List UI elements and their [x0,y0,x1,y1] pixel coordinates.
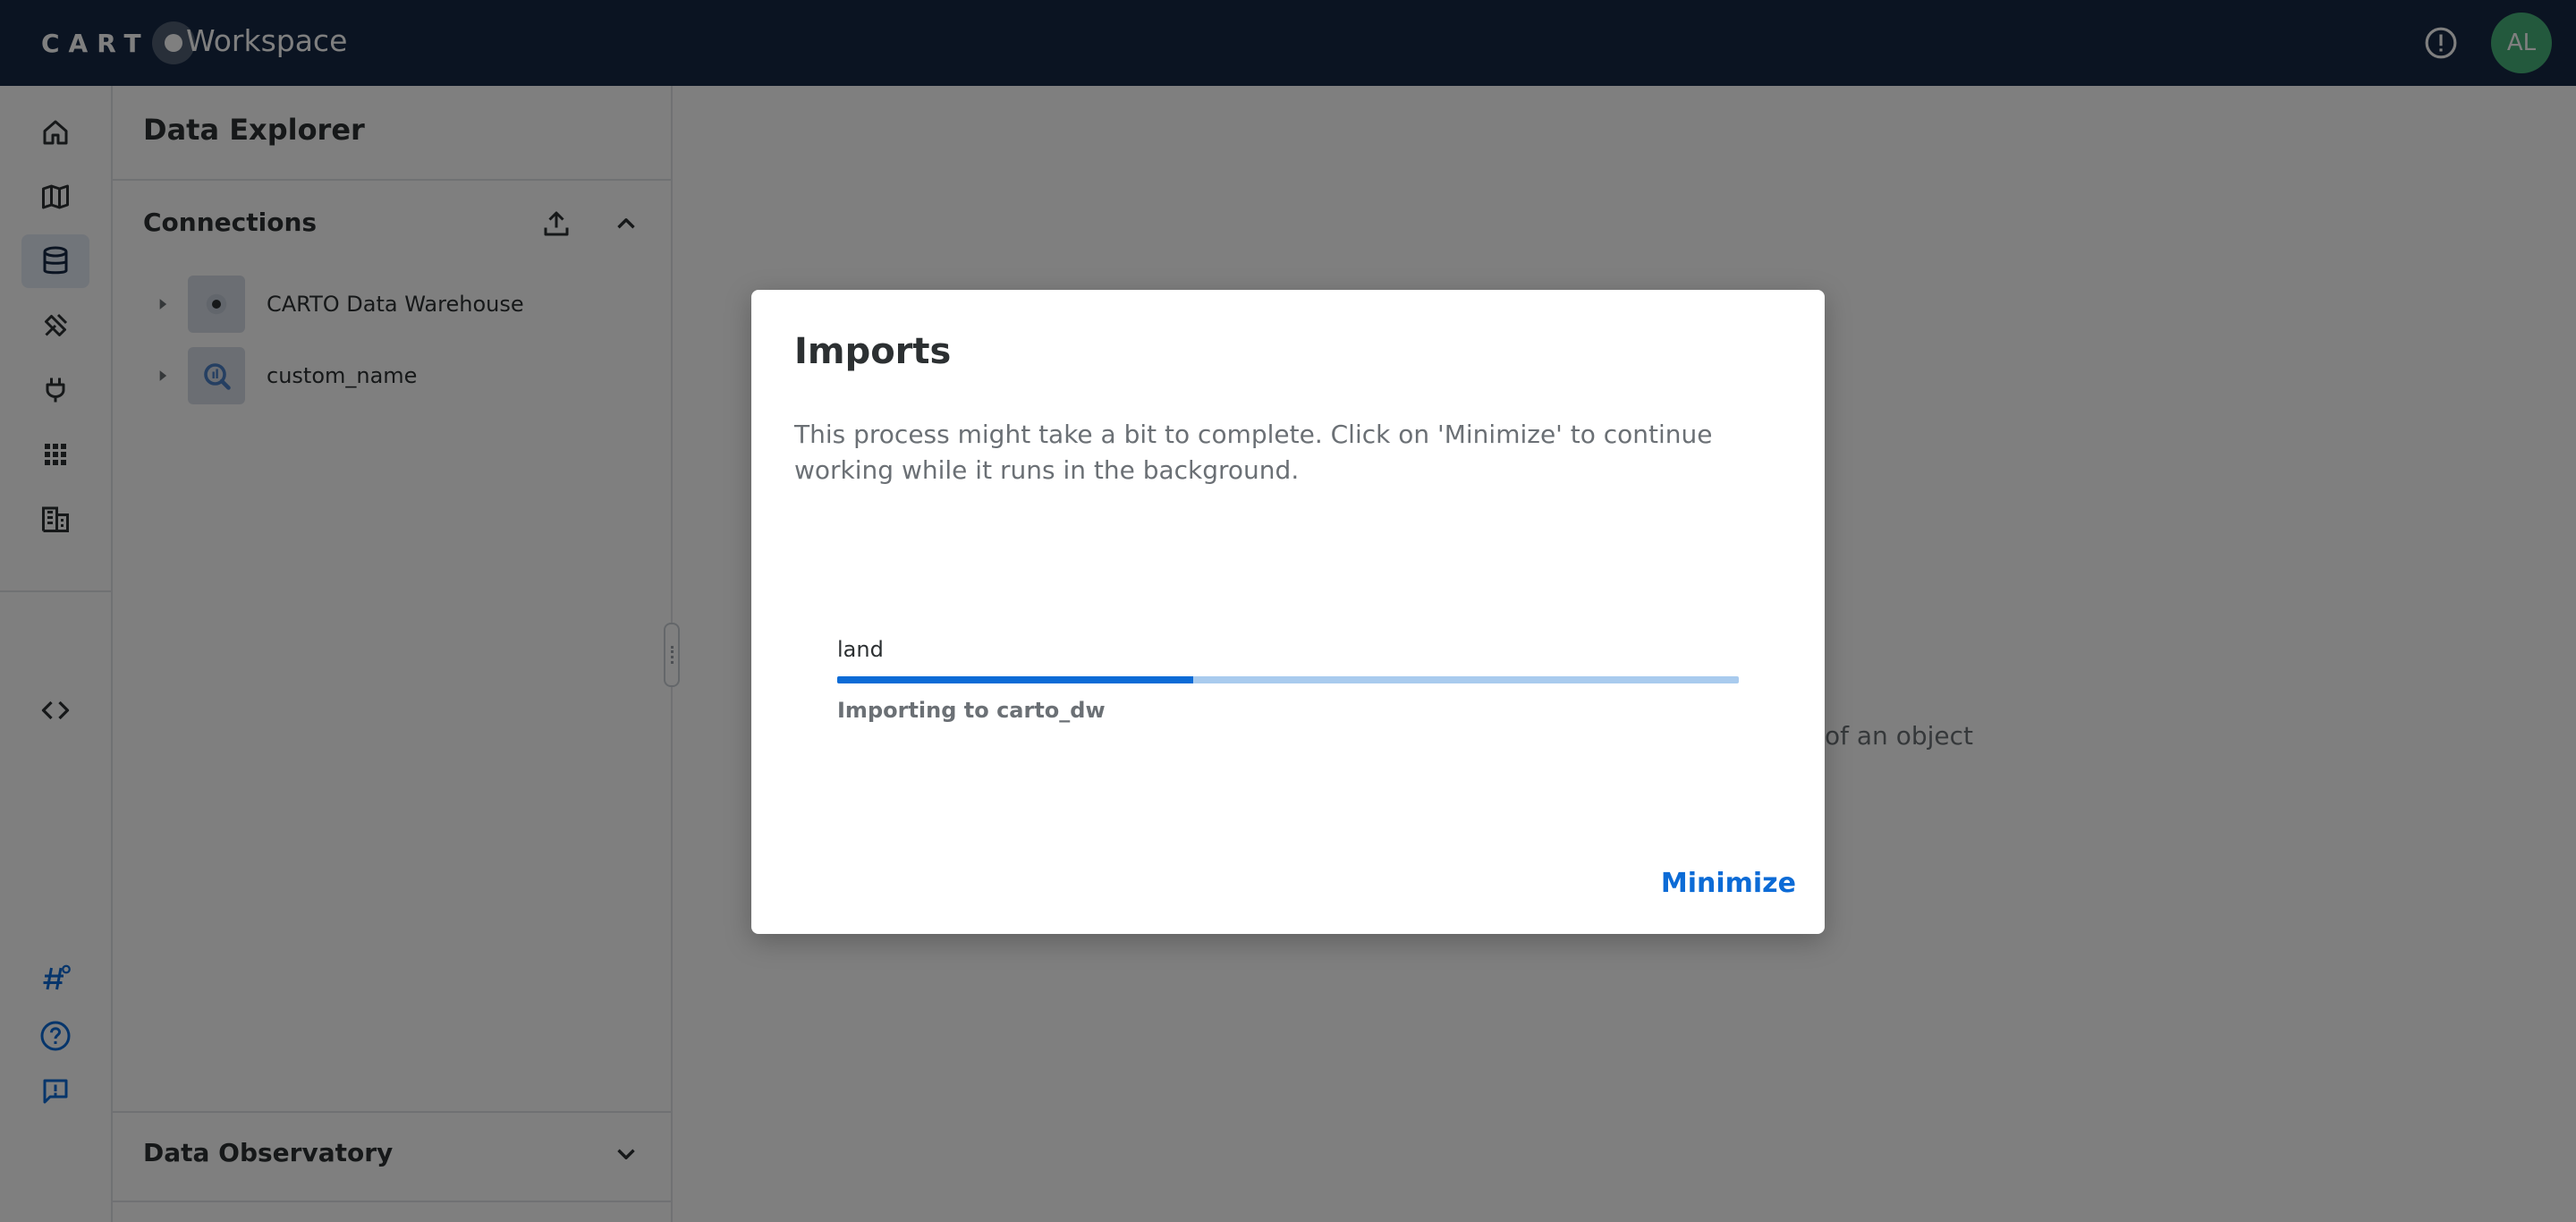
dialog-description: This process might take a bit to complet… [794,420,1713,485]
import-file-name: land [837,637,884,662]
dialog-title: Imports [794,331,952,372]
minimize-button[interactable]: Minimize [1661,868,1796,899]
import-progress-bar [837,676,1739,683]
imports-dialog: Imports This process might take a bit to… [751,290,1825,934]
import-progress-caption: Importing to carto_dw [837,698,1106,723]
import-progress-fill [837,676,1194,683]
